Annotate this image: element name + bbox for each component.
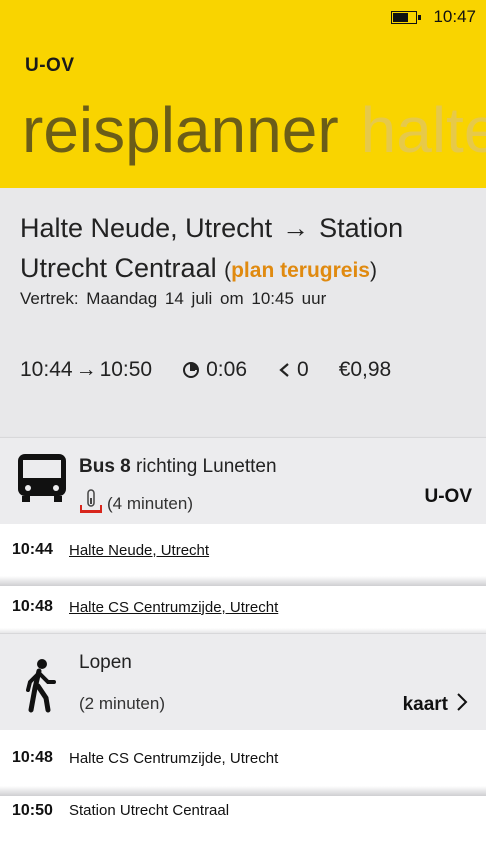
trip-summary: Halte Neude, Utrecht → Station Utrecht Cen… xyxy=(0,188,486,436)
trip-duration: 0:06 xyxy=(182,358,247,382)
operator-label: U-OV xyxy=(424,486,473,507)
transfers: 0 xyxy=(277,358,309,382)
stop-row[interactable]: 10:50 Station Utrecht Centraal xyxy=(0,796,486,842)
price: €0,98 xyxy=(339,358,392,382)
stop-row[interactable]: 10:48 Halte CS Centrumzijde, Utrecht xyxy=(0,586,486,628)
walk-icon xyxy=(22,658,58,719)
divider xyxy=(0,576,486,586)
pivot-item-halte[interactable]: halte xyxy=(361,94,486,166)
map-label: kaart xyxy=(402,694,448,715)
leg-bus[interactable]: Bus 8 richting Lunetten (4 minuten) U-OV xyxy=(0,437,486,524)
price-value: €0,98 xyxy=(338,358,392,381)
walk-duration: (2 minuten) xyxy=(79,694,165,713)
time-range: 10:44 → 10:50 xyxy=(20,358,152,382)
pivot-header: reisplanner halte xyxy=(22,92,486,168)
bus-line: Bus 8 xyxy=(79,456,131,477)
app-title: U-OV xyxy=(25,55,75,76)
destination-line2: Utrecht Centraal xyxy=(20,253,217,283)
walk-leg-title: Lopen xyxy=(79,652,132,674)
pivot-item-reisplanner[interactable]: reisplanner xyxy=(22,94,339,166)
stop-name: Station Utrecht Centraal xyxy=(69,802,230,819)
stop-row[interactable]: 10:44 Halte Neude, Utrecht xyxy=(0,524,486,576)
stop-row[interactable]: 10:48 Halte CS Centrumzijde, Utrecht xyxy=(0,730,486,786)
stop-name-link[interactable]: Halte Neude, Utrecht xyxy=(69,542,209,559)
stopwatch-icon xyxy=(182,361,200,379)
transfers-value: 0 xyxy=(297,358,309,381)
departure-info: Vertrek: Maandag 14 juli om 10:45 uur xyxy=(20,289,327,308)
arrow-right-icon: → xyxy=(75,358,97,381)
stop-time: 10:50 xyxy=(12,802,53,819)
bus-icon xyxy=(16,452,68,509)
divider xyxy=(0,786,486,796)
route-title: Halte Neude, Utrecht → Station Utrecht Cen… xyxy=(20,213,404,283)
origin: Halte Neude, Utrecht xyxy=(20,213,273,243)
stop-time: 10:44 xyxy=(12,541,53,558)
arrive-time: 10:50 xyxy=(99,358,153,381)
leg-walk[interactable]: Lopen (2 minuten) kaart xyxy=(0,633,486,730)
status-time: 10:47 xyxy=(433,7,476,26)
battery-icon xyxy=(391,10,422,24)
stop-name-link[interactable]: Halte CS Centrumzijde, Utrecht xyxy=(69,599,278,616)
map-link[interactable]: kaart xyxy=(403,692,468,718)
duration-value: 0:06 xyxy=(206,358,247,381)
plan-return-link[interactable]: plan terugreis xyxy=(231,259,370,282)
stop-time: 10:48 xyxy=(12,598,53,615)
walk-title: Lopen xyxy=(79,652,132,673)
stop-name: Halte CS Centrumzijde, Utrecht xyxy=(69,749,279,767)
transfer-icon xyxy=(277,361,291,379)
destination-line1: Station xyxy=(319,213,404,243)
arrow-right-icon: → xyxy=(282,213,310,243)
bus-duration: (4 minuten) xyxy=(107,493,193,513)
depart-time: 10:44 xyxy=(20,358,73,381)
stop-time: 10:48 xyxy=(12,749,53,766)
bus-leg-sub: (4 minuten) xyxy=(79,488,193,519)
accessibility-icon xyxy=(79,488,103,519)
chevron-right-icon xyxy=(456,692,468,718)
bus-direction: richting Lunetten xyxy=(136,456,277,477)
app-header: 10:47 U-OV reisplanner halte xyxy=(0,0,486,188)
bus-leg-title: Bus 8 richting Lunetten xyxy=(79,456,277,478)
walk-leg-sub: (2 minuten) xyxy=(79,694,165,714)
status-bar: 10:47 xyxy=(391,6,476,28)
trip-stats: 10:44 → 10:50 0:06 0 €0,98 xyxy=(20,358,421,382)
